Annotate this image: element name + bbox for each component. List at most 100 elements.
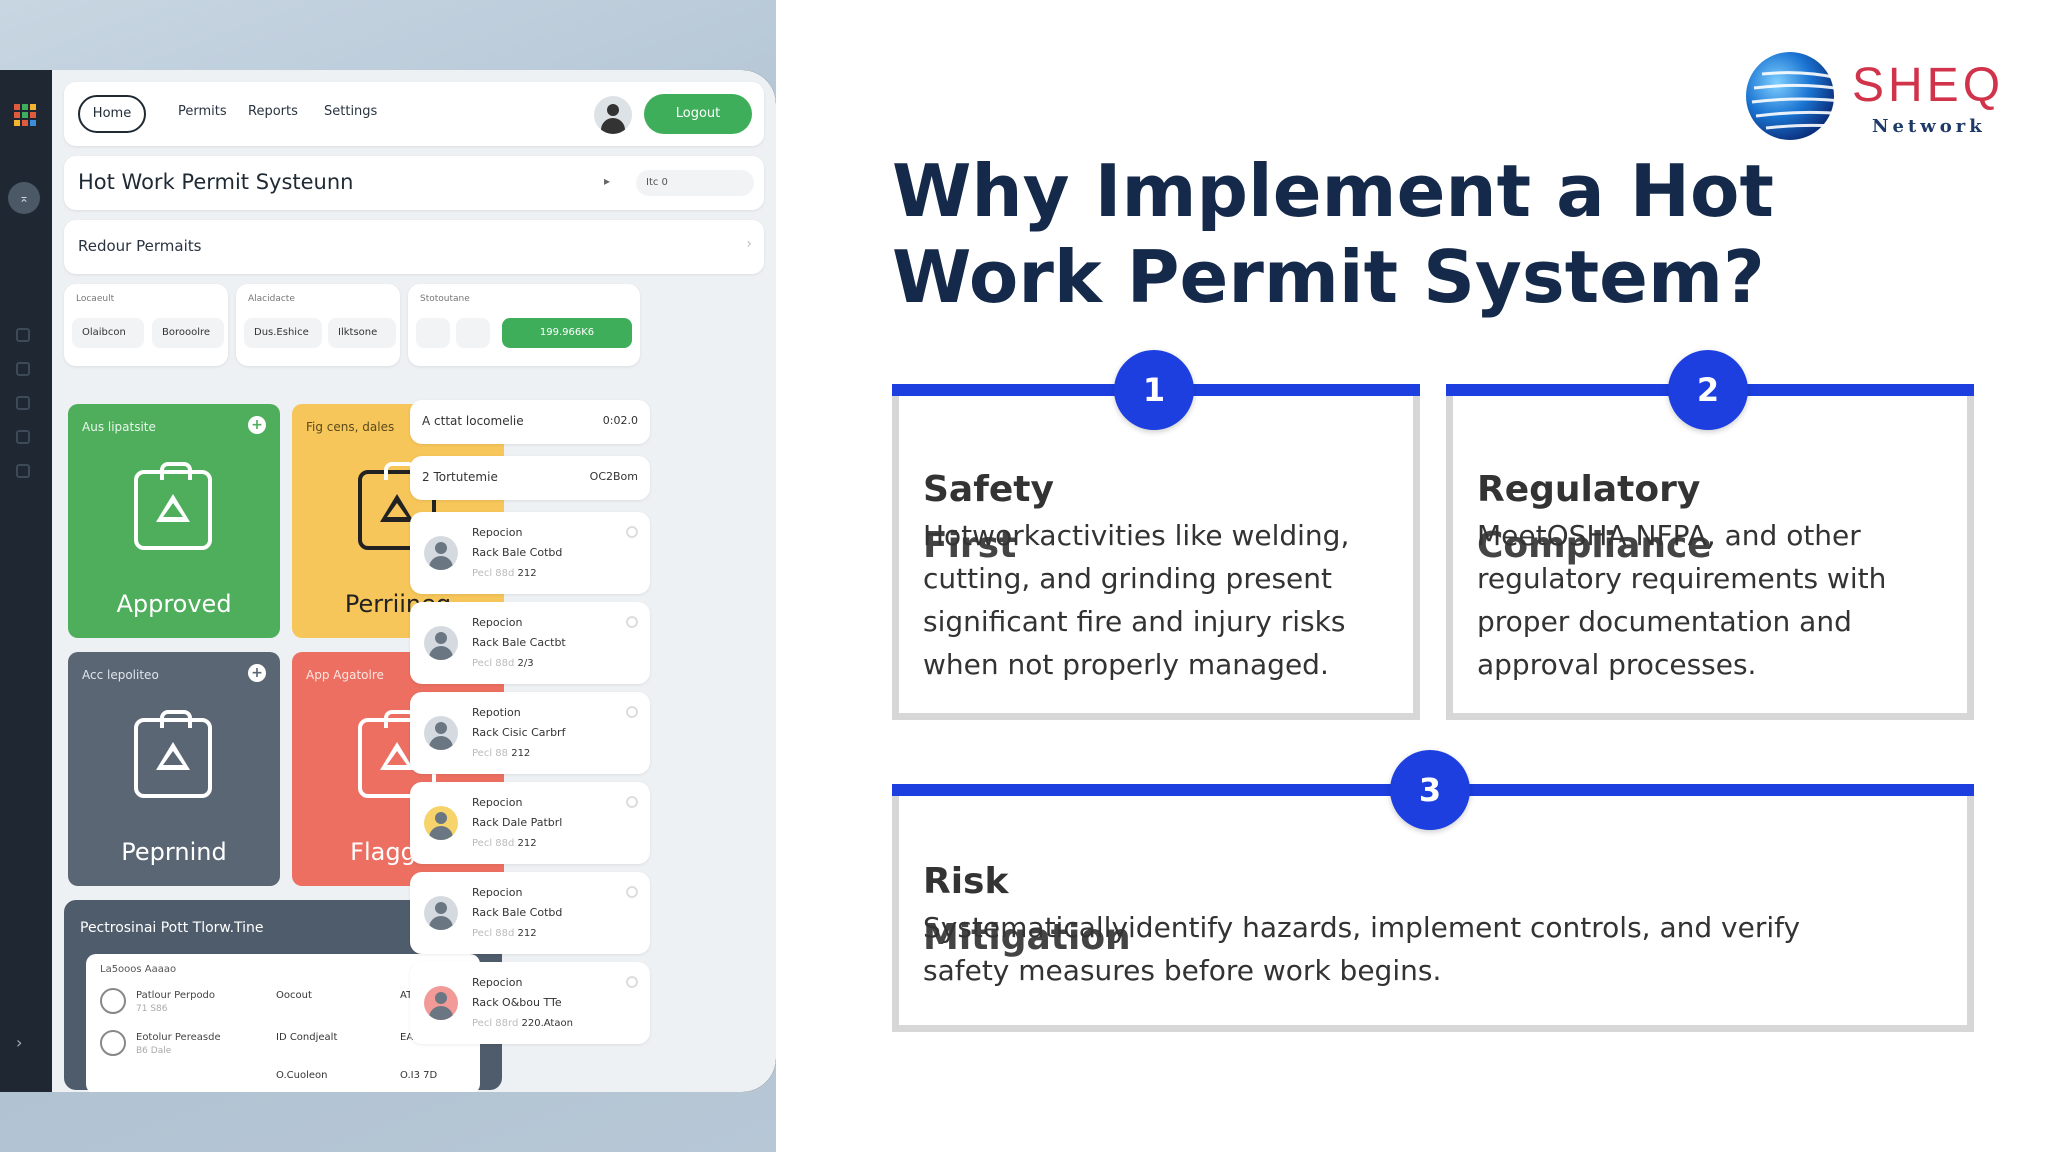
chevron-right-icon[interactable]: › xyxy=(16,1033,22,1052)
filter-status: Stotoutane 199.966K6 xyxy=(408,284,640,366)
list-item[interactable]: Repocion Rack Bale Cactbt Pecl 88d 2/3 xyxy=(410,602,650,684)
card-title: Regulatory xyxy=(1477,469,1701,510)
filter-location: Locaeult Olaibcon Borooolre xyxy=(64,284,228,366)
avatar[interactable]: ⌅ xyxy=(8,182,40,214)
list-item[interactable]: Repocion Rack O&bou TTe Pecl 88rd 220.At… xyxy=(410,962,650,1044)
add-icon[interactable]: + xyxy=(248,416,266,434)
settings-icon[interactable] xyxy=(16,328,30,342)
summary-label: 2 Tortutemie xyxy=(422,470,498,484)
sheq-globe-logo xyxy=(1746,52,1851,140)
add-icon[interactable]: + xyxy=(248,664,266,682)
folder-icon[interactable] xyxy=(16,430,30,444)
filter-chip[interactable]: Dus.Eshice xyxy=(244,318,322,348)
list-item[interactable]: Repocion Rack Dale Patbrl Pecl 88d 212 xyxy=(410,782,650,864)
row-name: Patlour Perpodo xyxy=(136,990,216,1001)
tile-pending-review[interactable]: Acc lepoliteo + Peprnind xyxy=(68,652,280,886)
list-meta-value: 2/3 xyxy=(517,658,534,669)
list-meta: Pecl 88d 212 xyxy=(472,568,537,579)
list-meta: Pecl 88d 212 xyxy=(472,838,537,849)
list-meta-value: 212 xyxy=(517,568,537,579)
list-meta-value: 220.Ataon xyxy=(521,1018,573,1029)
filter-chip[interactable]: Ilktsone xyxy=(328,318,396,348)
avatar xyxy=(424,806,458,840)
slide-heading: Why Implement a Hot Work Permit System? xyxy=(892,149,1774,319)
list-meta: Pecl 88 212 xyxy=(472,748,530,759)
user-avatar[interactable] xyxy=(594,96,632,134)
person-icon[interactable] xyxy=(456,318,490,348)
chevron-right-icon: › xyxy=(746,236,752,252)
list-meta-label: Pecl 88d xyxy=(472,658,515,669)
card-body: Hotworkactivities like welding, cutting,… xyxy=(923,519,1350,681)
play-icon[interactable]: ▸ xyxy=(604,174,610,188)
list-subtitle: Rack Cisic Carbrf xyxy=(472,726,566,739)
filter-chip[interactable]: Olaibcon xyxy=(72,318,144,348)
grid-icon[interactable] xyxy=(16,396,30,410)
list-meta: Pecl 88d 212 xyxy=(472,928,537,939)
recent-permits-bar[interactable]: Redour Permaits › xyxy=(64,220,764,274)
recent-permits-label: Redour Permaits xyxy=(78,237,202,255)
list-subtitle: Rack Dale Patbrl xyxy=(472,816,563,829)
list-meta: Pecl 88rd 220.Ataon xyxy=(472,1018,573,1029)
summary-row[interactable]: 2 Tortutemie OC2Bom xyxy=(410,456,650,500)
nav-settings[interactable]: Settings xyxy=(324,104,377,119)
page-title: Hot Work Permit Systeunn xyxy=(78,170,354,194)
row-sub: 71 S86 xyxy=(136,1004,168,1014)
home-icon[interactable] xyxy=(16,362,30,376)
filter-label: Stotoutane xyxy=(420,294,470,304)
list-subtitle: Rack Bale Cotbd xyxy=(472,906,563,919)
app-grid-icon[interactable] xyxy=(14,104,36,126)
card-title: Risk xyxy=(923,861,1009,902)
top-nav: Home Permits Reports Settings Logout xyxy=(64,82,764,146)
row-tag: ID Condjealt xyxy=(276,1032,338,1043)
filter-label: Alacidacte xyxy=(248,294,295,304)
tile-label: Peprnind xyxy=(121,838,227,866)
list-meta-label: Pecl 88d xyxy=(472,928,515,939)
tile-approved[interactable]: Aus lipatsite + Approved xyxy=(68,404,280,638)
brand-name: SHEQ xyxy=(1852,59,2005,112)
row-tag: O.Cuoleon xyxy=(276,1070,328,1081)
tile-header: Fig cens, dales xyxy=(306,420,395,434)
list-title: Repocion xyxy=(472,526,523,539)
clipboard-warning-icon xyxy=(134,462,212,550)
summary-row[interactable]: A cttat locomelie 0:02.0 xyxy=(410,400,650,444)
process-subtitle: La5ooos Aaaao xyxy=(100,964,177,975)
list-title: Repocion xyxy=(472,796,523,809)
app-main: Home Permits Reports Settings Logout Hot… xyxy=(52,70,776,1092)
list-meta-label: Pecl 88rd xyxy=(472,1018,519,1029)
summary-value: 0:02.0 xyxy=(602,414,638,427)
nav-home[interactable]: Home xyxy=(78,95,146,133)
status-dot-icon xyxy=(626,796,638,808)
status-dot-icon xyxy=(626,616,638,628)
tile-label: Approved xyxy=(116,590,232,618)
number-badge-2: 2 xyxy=(1668,350,1748,430)
row-name: Eotolur Pereasde xyxy=(136,1032,221,1043)
list-item[interactable]: Repotion Rack Cisic Carbrf Pecl 88 212 xyxy=(410,692,650,774)
avatar xyxy=(424,896,458,930)
list-title: Repocion xyxy=(472,616,523,629)
list-item[interactable]: Repocion Rack Bale Cotbd Pecl 88d 212 xyxy=(410,512,650,594)
list-icon[interactable] xyxy=(16,464,30,478)
card-body: Systematicallyidentify hazards, implemen… xyxy=(923,911,1801,987)
logout-button[interactable]: Logout xyxy=(644,94,752,134)
nav-reports[interactable]: Reports xyxy=(248,104,298,119)
list-item[interactable]: Repocion Rack Bale Cotbd Pecl 88d 212 xyxy=(410,872,650,954)
search-input[interactable]: Itc 0 xyxy=(636,170,754,196)
list-subtitle: Rack Bale Cactbt xyxy=(472,636,566,649)
list-meta-label: Pecl 88 xyxy=(472,748,509,759)
list-subtitle: Rack O&bou TTe xyxy=(472,996,562,1009)
title-bar: Hot Work Permit Systeunn ▸ Itc 0 xyxy=(64,156,764,210)
location-pin-icon[interactable] xyxy=(416,318,450,348)
nav-permits[interactable]: Permits xyxy=(178,104,227,119)
list-meta: Pecl 88d 2/3 xyxy=(472,658,534,669)
status-chip[interactable]: 199.966K6 xyxy=(502,318,632,348)
device-frame: ⌅ › Home Permits Reports Settings Logout xyxy=(0,70,776,1092)
filter-chip[interactable]: Borooolre xyxy=(152,318,224,348)
status-dot-icon xyxy=(626,976,638,988)
avatar xyxy=(424,716,458,750)
card-regulatory: Regulatory Compliance MeetOSHA NFPA, and… xyxy=(1446,384,1974,720)
number-badge-3: 3 xyxy=(1390,750,1470,830)
process-row[interactable]: O.Cuoleon O.I3 7D xyxy=(100,1064,470,1092)
avatar xyxy=(424,626,458,660)
filter-label: Locaeult xyxy=(76,294,115,304)
card-risk: Risk Mitigation Systematicallyidentify h… xyxy=(892,784,1974,1032)
